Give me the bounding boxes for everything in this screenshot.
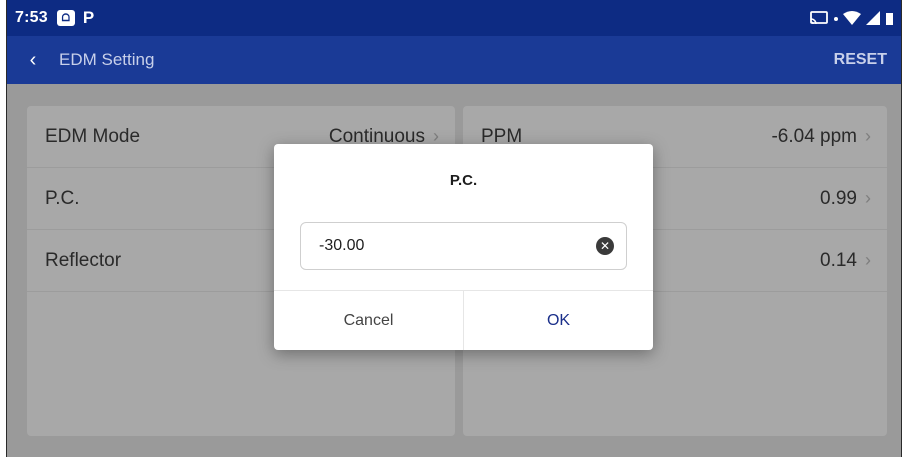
wifi-icon [843,10,861,26]
dot-icon [833,10,839,26]
row-label: Reflector [45,249,122,271]
chevron-right-icon: › [865,188,871,208]
app-bar: ‹ EDM Setting RESET [7,36,901,84]
cast-icon [809,10,829,26]
row-value: -6.04 ppm [771,125,857,147]
row-label: EDM Mode [45,125,141,147]
input-value-text: -30.00 [319,237,365,254]
dialog-actions: Cancel OK [274,290,653,350]
pc-input-dialog: P.C. -30.00 ✕ Cancel OK [274,144,653,350]
gallery-app-icon: ᗝ [56,10,75,26]
chevron-right-icon: › [865,126,871,146]
app-frame: 7:53 ᗝ P ‹ EDM Setting RESET EDM Mode Co… [6,0,902,457]
pc-value-input[interactable]: -30.00 ✕ [300,222,627,270]
signal-icon [865,10,881,26]
page-title: EDM Setting [59,50,155,69]
cancel-button[interactable]: Cancel [274,291,464,350]
reset-button[interactable]: RESET [834,51,887,69]
ok-button[interactable]: OK [464,291,653,350]
battery-icon [885,10,893,26]
status-time: 7:53 [15,9,48,26]
status-icons [809,10,893,26]
row-label: P.C. [45,187,80,209]
dialog-title: P.C. [449,172,478,189]
back-chevron-icon[interactable]: ‹ [21,49,45,72]
parking-p-icon: P [82,8,95,27]
chevron-right-icon: › [865,250,871,270]
status-bar: 7:53 ᗝ P [7,0,901,36]
clear-icon[interactable]: ✕ [596,237,614,255]
row-value: 0.14 [820,249,857,271]
row-value: 0.99 [820,187,857,209]
